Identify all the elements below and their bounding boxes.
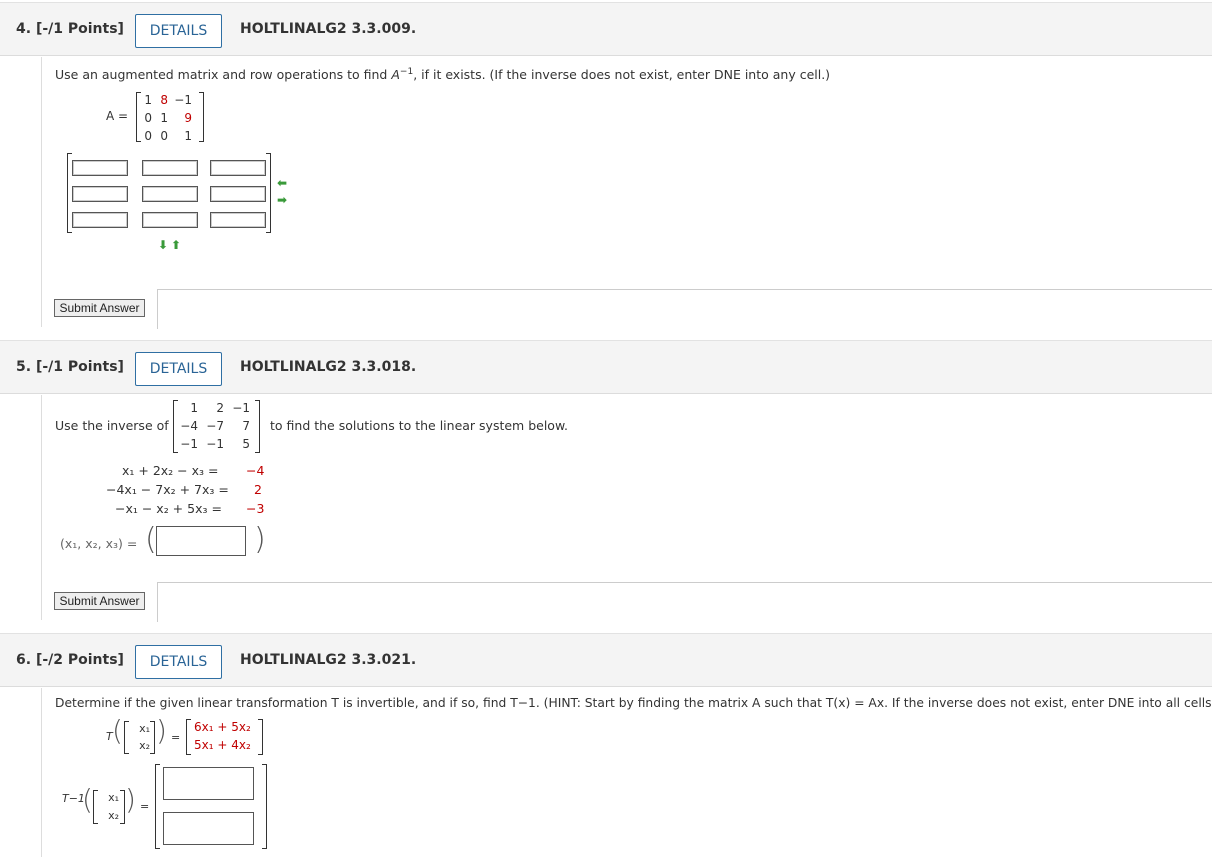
open-paren: ( bbox=[82, 783, 93, 816]
question-6-prompt: Determine if the given linear transforma… bbox=[55, 696, 1212, 710]
submit-answer-button-q5[interactable]: Submit Answer bbox=[54, 592, 145, 610]
matrix-cell: 5 bbox=[242, 437, 250, 451]
feedback-area bbox=[157, 582, 1212, 622]
divider bbox=[41, 57, 42, 327]
inverse-answer-input-1[interactable] bbox=[163, 767, 254, 800]
bracket-right bbox=[150, 721, 155, 754]
matrix-cell: 1 bbox=[144, 93, 152, 107]
question-5-code: HOLTLINALG2 3.3.018. bbox=[240, 359, 417, 375]
answer-cell-r3c2[interactable] bbox=[142, 212, 198, 228]
bracket-left bbox=[186, 719, 191, 755]
answer-bracket-right bbox=[266, 153, 271, 233]
equation-lhs: x₁ + 2x₂ − x₃ = bbox=[122, 463, 219, 478]
matrix-cell: 7 bbox=[242, 419, 250, 433]
matrix-cell: 8 bbox=[160, 93, 168, 107]
matrix-cell: 0 bbox=[144, 111, 152, 125]
answer-cell-r3c3[interactable] bbox=[210, 212, 266, 228]
bracket-right bbox=[255, 400, 260, 453]
matrix-label: A = bbox=[106, 109, 129, 123]
open-paren: ( bbox=[112, 714, 123, 747]
answer-bracket-right bbox=[262, 764, 267, 849]
answer-cell-r1c2[interactable] bbox=[142, 160, 198, 176]
matrix-cell: 0 bbox=[160, 129, 168, 143]
close-paren: ) bbox=[254, 522, 266, 557]
vector-entry: x₂ bbox=[139, 739, 150, 752]
question-5-header: 5. [-/1 Points] DETAILS HOLTLINALG2 3.3.… bbox=[0, 340, 1212, 394]
divider bbox=[41, 395, 42, 620]
equation-lhs: −4x₁ − 7x₂ + 7x₃ = bbox=[106, 482, 229, 497]
question-6-header: 6. [-/2 Points] DETAILS HOLTLINALG2 3.3.… bbox=[0, 633, 1212, 687]
equation-rhs: −4 bbox=[246, 463, 265, 478]
equation-lhs: −x₁ − x₂ + 5x₃ = bbox=[115, 501, 222, 516]
equals-sign: = bbox=[171, 731, 181, 744]
inverse-answer-input-2[interactable] bbox=[163, 812, 254, 845]
solution-input[interactable] bbox=[156, 526, 246, 556]
result-entry: 6x₁ + 5x₂ bbox=[194, 720, 251, 734]
matrix-cell: 1 bbox=[184, 129, 192, 143]
question-4-header: 4. [-/1 Points] DETAILS HOLTLINALG2 3.3.… bbox=[0, 2, 1212, 56]
vector-entry: x₁ bbox=[139, 722, 150, 735]
question-4-number: 4. [-/1 Points] bbox=[16, 21, 124, 37]
details-button-q5[interactable]: DETAILS bbox=[135, 352, 222, 386]
details-button-q6[interactable]: DETAILS bbox=[135, 645, 222, 679]
vector-entry: x₁ bbox=[108, 791, 119, 804]
matrix-cell: −1 bbox=[174, 93, 192, 107]
close-paren: ) bbox=[125, 783, 136, 816]
vector-entry: x₂ bbox=[108, 809, 119, 822]
matrix-cell: −1 bbox=[206, 437, 224, 451]
question-6-number: 6. [-/2 Points] bbox=[16, 652, 124, 668]
details-button-q4[interactable]: DETAILS bbox=[135, 14, 222, 48]
open-paren: ( bbox=[145, 522, 157, 557]
answer-cell-r2c2[interactable] bbox=[142, 186, 198, 202]
question-4-prompt: Use an augmented matrix and row operatio… bbox=[55, 67, 831, 83]
matrix-cell: −4 bbox=[180, 419, 198, 433]
tuple-label: (x₁, x₂, x₃) = bbox=[60, 536, 138, 551]
question-5-prompt-pre: Use the inverse of bbox=[55, 418, 169, 433]
question-5-prompt-post: to find the solutions to the linear syst… bbox=[270, 418, 568, 433]
answer-cell-r2c3[interactable] bbox=[210, 186, 266, 202]
equation-rhs: 2 bbox=[254, 482, 262, 497]
matrix-cell: 1 bbox=[160, 111, 168, 125]
answer-cell-r1c3[interactable] bbox=[210, 160, 266, 176]
question-6-code: HOLTLINALG2 3.3.021. bbox=[240, 652, 417, 668]
answer-cell-r2c1[interactable] bbox=[72, 186, 128, 202]
bracket-right bbox=[199, 92, 204, 142]
add-column-arrow-icon[interactable]: ➡ bbox=[277, 193, 287, 207]
feedback-area bbox=[157, 289, 1212, 329]
equation-rhs: −3 bbox=[246, 501, 265, 516]
matrix-cell: 1 bbox=[190, 401, 198, 415]
matrix-cell: 0 bbox=[144, 129, 152, 143]
submit-answer-button-q4[interactable]: Submit Answer bbox=[54, 299, 145, 317]
divider bbox=[41, 688, 42, 857]
equals-sign: = bbox=[140, 800, 150, 813]
add-row-arrow-icon[interactable]: ⬇ bbox=[158, 238, 168, 252]
matrix-cell: 2 bbox=[216, 401, 224, 415]
answer-cell-r1c1[interactable] bbox=[72, 160, 128, 176]
matrix-cell: −1 bbox=[232, 401, 250, 415]
matrix-cell: −7 bbox=[206, 419, 224, 433]
remove-column-arrow-icon[interactable]: ⬅ bbox=[277, 176, 287, 190]
bracket-right bbox=[258, 719, 263, 755]
question-5-number: 5. [-/1 Points] bbox=[16, 359, 124, 375]
matrix-cell: 9 bbox=[184, 111, 192, 125]
matrix-cell: −1 bbox=[180, 437, 198, 451]
question-4-code: HOLTLINALG2 3.3.009. bbox=[240, 21, 417, 37]
answer-bracket-left bbox=[155, 764, 160, 849]
answer-cell-r3c1[interactable] bbox=[72, 212, 128, 228]
result-entry: 5x₁ + 4x₂ bbox=[194, 738, 251, 752]
close-paren: ) bbox=[156, 714, 167, 747]
remove-row-arrow-icon[interactable]: ⬆ bbox=[171, 238, 181, 252]
